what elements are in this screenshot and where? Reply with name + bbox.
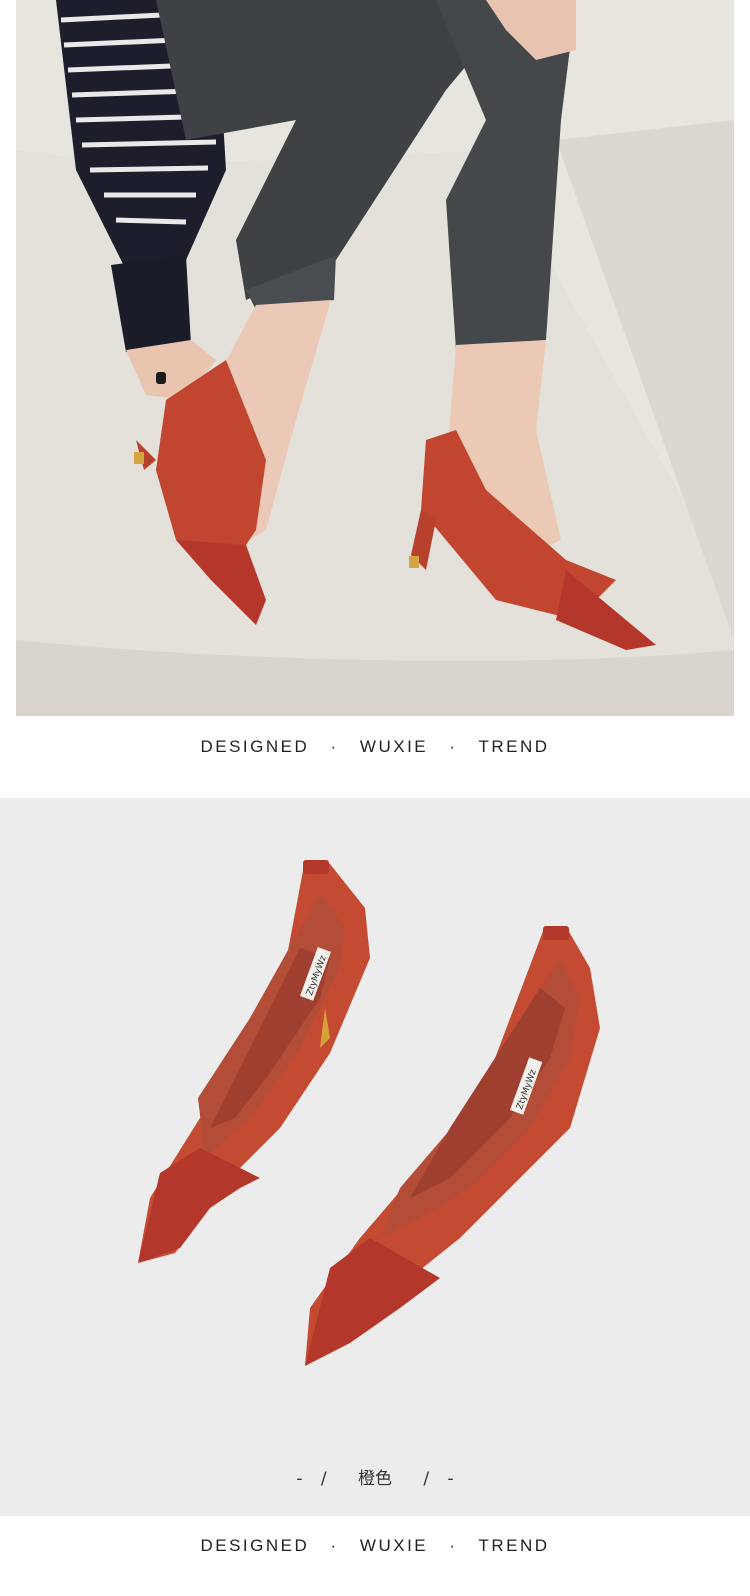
dash-left: -: [296, 1469, 303, 1489]
product-photo-panel: ZtyMyWz ZtyMyWz - / 橙色 / -: [0, 798, 750, 1516]
slash-left: /: [320, 1469, 327, 1489]
caption-dot: ·: [449, 1536, 458, 1555]
brand-caption-top: DESIGNED · WUXIE · TREND: [0, 737, 750, 757]
brand-caption-bottom: DESIGNED · WUXIE · TREND: [0, 1536, 750, 1556]
color-variant-label: - / 橙色 / -: [0, 1464, 750, 1489]
slash-right: /: [423, 1469, 430, 1489]
color-name: 橙色: [358, 1469, 392, 1489]
product-shoe-left: ZtyMyWz: [138, 860, 370, 1263]
caption-wuxie: WUXIE: [359, 1536, 429, 1555]
caption-trend: TREND: [478, 1536, 550, 1555]
product-photo: ZtyMyWz ZtyMyWz: [138, 860, 600, 1366]
dash-right: -: [447, 1469, 454, 1489]
caption-dot: ·: [330, 1536, 339, 1555]
lifestyle-photo: [16, 0, 734, 716]
caption-trend: TREND: [478, 737, 550, 756]
caption-dot: ·: [449, 737, 458, 756]
caption-wuxie: WUXIE: [359, 737, 429, 756]
caption-designed: DESIGNED: [200, 1536, 310, 1555]
caption-designed: DESIGNED: [200, 737, 310, 756]
caption-dot: ·: [330, 737, 339, 756]
